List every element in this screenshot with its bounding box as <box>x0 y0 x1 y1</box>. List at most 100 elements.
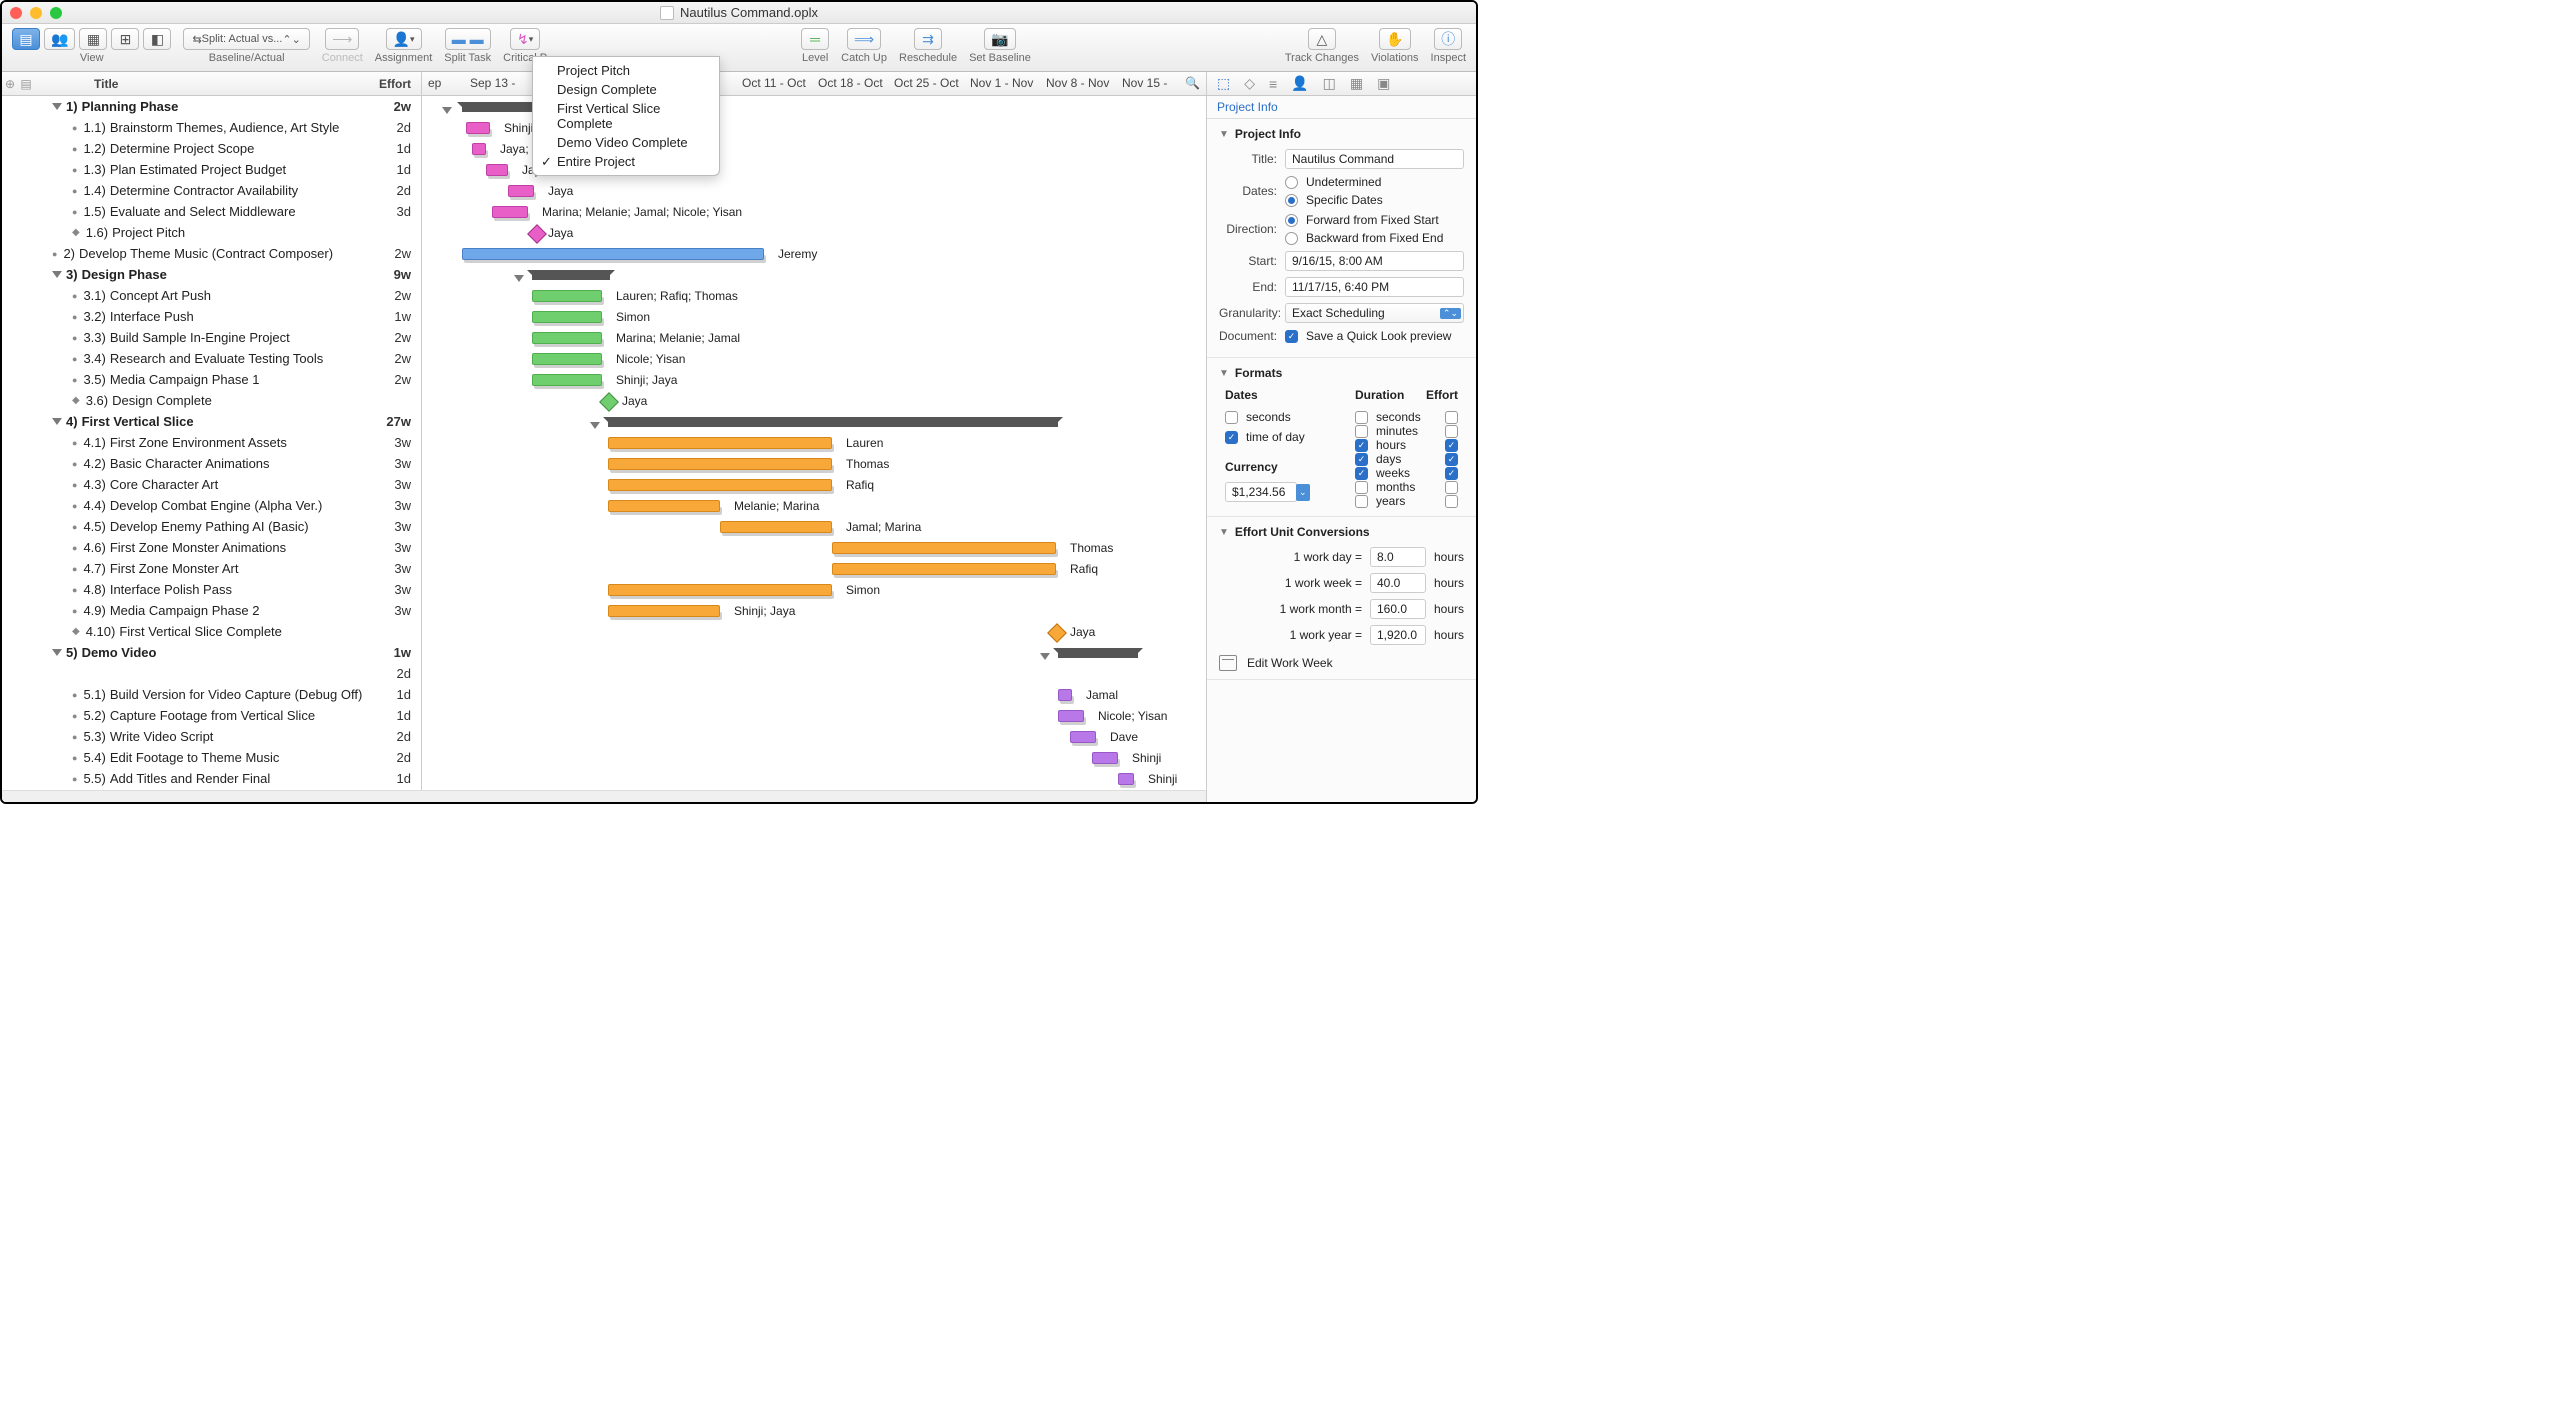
connect-button[interactable]: ⟶ <box>325 28 359 50</box>
summary-bar[interactable] <box>1058 648 1138 658</box>
outline-row[interactable]: ●4.5)Develop Enemy Pathing AI (Basic)3w <box>2 516 421 537</box>
inspector-milestone-icon[interactable]: ◇ <box>1244 75 1255 92</box>
task-bar[interactable] <box>466 122 490 134</box>
outline-row[interactable]: ●3.1)Concept Art Push2w <box>2 285 421 306</box>
effort-weeks-checkbox[interactable] <box>1445 467 1458 480</box>
direction-backward-radio[interactable] <box>1285 232 1298 245</box>
disclosure-icon[interactable] <box>442 107 452 119</box>
outline-row[interactable]: ●1.5)Evaluate and Select Middleware3d <box>2 201 421 222</box>
outline-row[interactable]: ●4.3)Core Character Art3w <box>2 474 421 495</box>
task-bar[interactable] <box>608 605 720 617</box>
eye-icon[interactable]: ⊕ <box>2 77 18 91</box>
task-bar[interactable] <box>1118 773 1134 785</box>
direction-forward-radio[interactable] <box>1285 214 1298 227</box>
disclosure-icon[interactable] <box>52 418 62 430</box>
violations-button[interactable]: ✋ <box>1379 28 1410 50</box>
task-bar[interactable] <box>492 206 528 218</box>
effort-hours-checkbox[interactable] <box>1445 439 1458 452</box>
close-window[interactable] <box>10 7 22 19</box>
task-bar[interactable] <box>462 248 764 260</box>
currency-input[interactable]: $1,234.56 <box>1225 482 1297 502</box>
outline-row[interactable]: ●5.2)Capture Footage from Vertical Slice… <box>2 705 421 726</box>
menu-item-project-pitch[interactable]: Project Pitch <box>533 61 719 80</box>
outline-row[interactable]: 3)Design Phase9w <box>2 264 421 285</box>
task-bar[interactable] <box>832 542 1056 554</box>
outline-row[interactable]: 2d <box>2 663 421 684</box>
view-network-button[interactable]: ⊞ <box>111 28 139 50</box>
view-resources-button[interactable]: 👥 <box>44 28 75 50</box>
outline-row[interactable]: ●1.4)Determine Contractor Availability2d <box>2 180 421 201</box>
task-bar[interactable] <box>532 311 602 323</box>
formats-header[interactable]: ▼Formats <box>1219 366 1464 380</box>
disclosure-icon[interactable] <box>52 649 62 661</box>
outline-row[interactable]: ◆4.10)First Vertical Slice Complete <box>2 621 421 642</box>
duration-days-checkbox[interactable] <box>1355 453 1368 466</box>
outline-row[interactable]: ●3.2)Interface Push1w <box>2 306 421 327</box>
outline-row[interactable]: ●1.1)Brainstorm Themes, Audience, Art St… <box>2 117 421 138</box>
disclosure-icon[interactable] <box>52 103 62 115</box>
outline-row[interactable]: ◆1.6)Project Pitch <box>2 222 421 243</box>
inspector-breadcrumb[interactable]: Project Info <box>1207 96 1476 119</box>
baseline-mode-select[interactable]: ⇆Split: Actual vs...⌃⌄ <box>183 28 309 50</box>
critical-path-button[interactable]: ↯▾ <box>510 28 540 50</box>
disclosure-icon[interactable] <box>1040 653 1050 665</box>
disclosure-icon[interactable] <box>52 271 62 283</box>
track-changes-button[interactable]: △ <box>1308 28 1336 50</box>
task-bar[interactable] <box>608 500 720 512</box>
granularity-select[interactable]: Exact Scheduling⌃⌄ <box>1285 303 1464 323</box>
task-bar[interactable] <box>472 143 486 155</box>
menu-item-demo-video-complete[interactable]: Demo Video Complete <box>533 133 719 152</box>
menu-item-first-vertical-slice[interactable]: First Vertical Slice Complete <box>533 99 719 133</box>
outline-row[interactable]: ●4.2)Basic Character Animations3w <box>2 453 421 474</box>
effort-minutes-checkbox[interactable] <box>1445 425 1458 438</box>
outline-row[interactable]: ●5.3)Write Video Script2d <box>2 726 421 747</box>
search-icon[interactable]: 🔍 <box>1185 76 1200 90</box>
inspector-page-icon[interactable]: ▣ <box>1377 75 1390 92</box>
title-column-header[interactable]: Title <box>34 77 361 91</box>
zoom-window[interactable] <box>50 7 62 19</box>
start-input[interactable]: 9/16/15, 8:00 AM <box>1285 251 1464 271</box>
task-bar[interactable] <box>832 563 1056 575</box>
task-bar[interactable] <box>532 374 602 386</box>
outline-row[interactable]: ●4.9)Media Campaign Phase 23w <box>2 600 421 621</box>
duration-hours-checkbox[interactable] <box>1355 439 1368 452</box>
task-bar[interactable] <box>1058 689 1072 701</box>
inspector-project-icon[interactable]: ⬚ <box>1217 75 1230 92</box>
duration-minutes-checkbox[interactable] <box>1355 425 1368 438</box>
set-baseline-button[interactable]: 📷 <box>984 28 1015 50</box>
outline-row[interactable]: ●4.4)Develop Combat Engine (Alpha Ver.)3… <box>2 495 421 516</box>
outline-row[interactable]: ●5.4)Edit Footage to Theme Music2d <box>2 747 421 768</box>
level-button[interactable]: ═ <box>801 28 829 50</box>
outline-row[interactable]: 4)First Vertical Slice27w <box>2 411 421 432</box>
task-bar[interactable] <box>608 458 832 470</box>
menu-item-design-complete[interactable]: Design Complete <box>533 80 719 99</box>
outline-row[interactable]: ●3.3)Build Sample In-Engine Project2w <box>2 327 421 348</box>
effort-seconds-checkbox[interactable] <box>1445 411 1458 424</box>
duration-months-checkbox[interactable] <box>1355 481 1368 494</box>
duration-years-checkbox[interactable] <box>1355 495 1368 508</box>
reschedule-button[interactable]: ⇉ <box>914 28 942 50</box>
effort-years-checkbox[interactable] <box>1445 495 1458 508</box>
task-bar[interactable] <box>608 479 832 491</box>
milestone-diamond[interactable] <box>527 224 547 244</box>
milestone-diamond[interactable] <box>1047 623 1067 643</box>
disclosure-icon[interactable] <box>590 422 600 434</box>
edit-work-week[interactable]: Edit Work Week <box>1219 651 1464 671</box>
task-bar[interactable] <box>1070 731 1096 743</box>
outline-row[interactable]: ●2)Develop Theme Music (Contract Compose… <box>2 243 421 264</box>
title-input[interactable]: Nautilus Command <box>1285 149 1464 169</box>
outline-row[interactable]: 1)Planning Phase2w <box>2 96 421 117</box>
inspector-styles-icon[interactable]: ◫ <box>1323 75 1336 92</box>
conversion-input[interactable]: 1,920.0 <box>1370 625 1426 645</box>
dates-timeofday-checkbox[interactable] <box>1225 431 1238 444</box>
outline-row[interactable]: ●3.5)Media Campaign Phase 12w <box>2 369 421 390</box>
outline-row[interactable]: ●5.5)Add Titles and Render Final1d <box>2 768 421 789</box>
inspector-custom-icon[interactable]: ▦ <box>1350 75 1363 92</box>
split-task-button[interactable]: ▬ ▬ <box>445 28 491 50</box>
duration-weeks-checkbox[interactable] <box>1355 467 1368 480</box>
task-bar[interactable] <box>532 290 602 302</box>
outline-row[interactable]: ●4.1)First Zone Environment Assets3w <box>2 432 421 453</box>
task-bar[interactable] <box>532 332 602 344</box>
project-info-header[interactable]: ▼Project Info <box>1219 127 1464 141</box>
task-bar[interactable] <box>1058 710 1084 722</box>
